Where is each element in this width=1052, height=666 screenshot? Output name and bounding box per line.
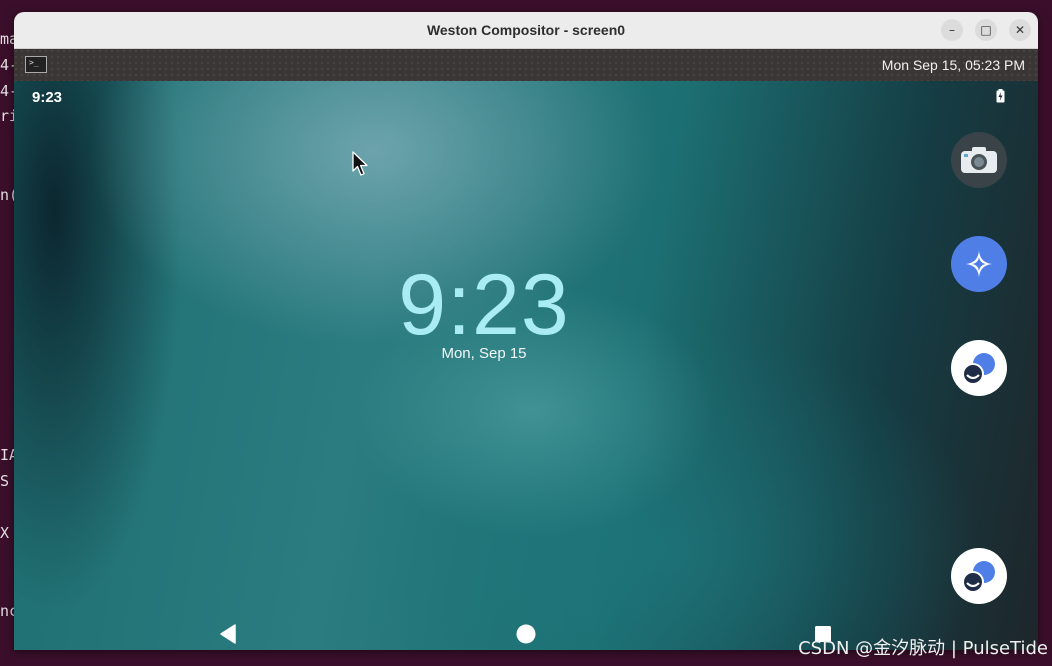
panel-clock: Mon Sep 15, 05:23 PM <box>881 57 1025 73</box>
lock-screen-clock: 9:23 <box>398 257 570 353</box>
terminal-launcher-glyph: >_ <box>29 58 39 67</box>
terminal-text-fragment: n( <box>0 186 14 204</box>
ubuntu-desktop: ma 4- 4- ri n( IA S X nc Weston Composit… <box>0 0 1052 666</box>
terminal-icon[interactable]: >_ <box>25 56 47 73</box>
weston-panel: >_ Mon Sep 15, 05:23 PM <box>14 49 1038 81</box>
terminal-text-fragment: ma <box>0 30 14 48</box>
weston-window: Weston Compositor - screen0 – □ ✕ >_ Mon… <box>14 12 1038 650</box>
status-bar-time: 9:23 <box>32 89 63 106</box>
messages-icon <box>962 353 995 385</box>
lock-screen-date: Mon, Sep 15 <box>441 345 527 362</box>
mouse-pointer-icon <box>352 151 368 176</box>
messages-app-button[interactable] <box>951 340 1007 396</box>
terminal-text-fragment: 4- <box>0 56 14 74</box>
window-titlebar[interactable]: Weston Compositor - screen0 – □ ✕ <box>14 12 1038 49</box>
messages-app-button[interactable] <box>951 548 1007 604</box>
terminal-text-fragment: 4- <box>0 82 14 100</box>
camera-app-button[interactable] <box>951 132 1007 188</box>
gemini-sparkle-icon <box>966 251 992 277</box>
terminal-text-fragment: S <box>0 472 10 490</box>
battery-charging-icon <box>996 89 1005 103</box>
terminal-text-fragment: nc <box>0 602 14 620</box>
home-circle-icon[interactable] <box>516 624 536 644</box>
camera-icon <box>961 147 997 173</box>
minimize-button[interactable]: – <box>941 19 963 41</box>
messages-icon <box>962 561 995 593</box>
terminal-text-fragment: ri <box>0 107 14 125</box>
terminal-text-fragment: IA <box>0 446 14 464</box>
csdn-watermark: CSDN @金汐脉动 | PulseTide <box>798 638 1048 659</box>
maximize-button[interactable]: □ <box>975 19 997 41</box>
window-title: Weston Compositor - screen0 <box>426 22 626 38</box>
gemini-app-button[interactable] <box>951 236 1007 292</box>
back-triangle-icon[interactable] <box>219 624 239 644</box>
terminal-text-fragment: X <box>0 524 10 542</box>
close-button[interactable]: ✕ <box>1009 19 1031 41</box>
android-lock-screen[interactable]: 9:23 9:23 Mon, Sep 15 <box>14 81 1038 650</box>
